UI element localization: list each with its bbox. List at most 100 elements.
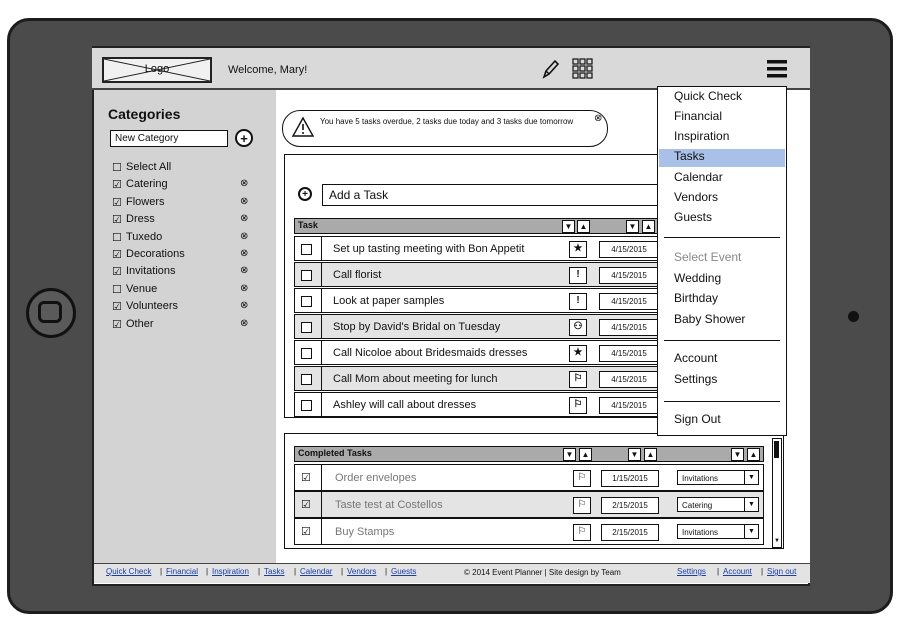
checked-box-icon[interactable]: ☑ <box>112 178 122 191</box>
completed-date-sort-down-icon[interactable]: ▼ <box>628 448 641 461</box>
menu-item-calendar[interactable]: Calendar <box>674 170 723 184</box>
category-item[interactable]: Venue ☐ ⊗ <box>112 283 262 300</box>
checked-box-icon[interactable]: ☑ <box>112 213 122 226</box>
completed-sort-down-icon[interactable]: ▼ <box>563 448 576 461</box>
unchecked-box-icon[interactable]: ☐ <box>112 283 122 296</box>
footer-link-sign-out[interactable]: Sign out <box>767 567 796 576</box>
task-priority-icon[interactable]: ⚐ <box>569 371 587 388</box>
task-date[interactable]: 4/15/2015 <box>599 397 659 414</box>
footer-link-tasks[interactable]: Tasks <box>264 567 284 576</box>
footer-link-account[interactable]: Account <box>723 567 752 576</box>
category-item[interactable]: Other ☑ ⊗ <box>112 318 262 335</box>
menu-event-baby-shower[interactable]: Baby Shower <box>674 312 745 326</box>
completed-row[interactable]: ☑ Taste test at Costellos ⚐ 2/15/2015 Cateri… <box>294 491 764 518</box>
menu-item-quick-check[interactable]: Quick Check <box>674 89 742 103</box>
remove-category-icon[interactable]: ⊗ <box>240 213 248 224</box>
completed-date[interactable]: 2/15/2015 <box>601 497 659 514</box>
task-checkbox[interactable] <box>301 374 312 385</box>
task-checkbox[interactable] <box>301 348 312 359</box>
pencil-icon[interactable] <box>540 58 560 80</box>
task-row[interactable]: Ashley will call about dresses ⚐ 4/15/2015 <box>294 392 662 417</box>
category-select[interactable]: Invitations ▼ <box>677 470 759 485</box>
task-priority-icon[interactable]: ⚐ <box>569 397 587 414</box>
menu-event-wedding[interactable]: Wedding <box>674 271 721 285</box>
category-item[interactable]: Tuxedo ☐ ⊗ <box>112 231 262 248</box>
remove-category-icon[interactable]: ⊗ <box>240 318 248 329</box>
completed-row[interactable]: ☑ Buy Stamps ⚐ 2/15/2015 Invitations ▼ <box>294 518 764 545</box>
checked-box-icon[interactable]: ☑ <box>112 248 122 261</box>
footer-link-inspiration[interactable]: Inspiration <box>212 567 249 576</box>
menu-item-vendors[interactable]: Vendors <box>674 190 718 204</box>
remove-category-icon[interactable]: ⊗ <box>240 231 248 242</box>
task-date[interactable]: 4/15/2015 <box>599 371 659 388</box>
add-category-button[interactable]: + <box>235 129 253 147</box>
add-task-plus-icon[interactable]: + <box>298 187 312 201</box>
task-priority-icon[interactable]: ! <box>569 293 587 310</box>
category-item[interactable]: Flowers ☑ ⊗ <box>112 196 262 213</box>
chevron-down-icon[interactable]: ▼ <box>744 525 758 538</box>
checked-box-icon[interactable]: ☑ <box>112 265 122 278</box>
category-item[interactable]: Dress ☑ ⊗ <box>112 213 262 230</box>
footer-link-financial[interactable]: Financial <box>166 567 198 576</box>
date-sort-down-icon[interactable]: ▼ <box>626 220 639 233</box>
category-item[interactable]: Catering ☑ ⊗ <box>112 178 262 195</box>
menu-event-birthday[interactable]: Birthday <box>674 291 718 305</box>
checked-box-icon[interactable]: ☑ <box>112 196 122 209</box>
category-item[interactable]: Invitations ☑ ⊗ <box>112 265 262 282</box>
remove-category-icon[interactable]: ⊗ <box>240 283 248 294</box>
completed-check-icon[interactable]: ☑ <box>301 525 311 538</box>
scrollbar-thumb[interactable] <box>774 441 779 458</box>
category-item[interactable]: Decorations ☑ ⊗ <box>112 248 262 265</box>
menu-item-settings[interactable]: Settings <box>674 372 717 386</box>
completed-sort-up-icon[interactable]: ▲ <box>579 448 592 461</box>
task-checkbox[interactable] <box>301 244 312 255</box>
flag-icon[interactable]: ⚐ <box>573 497 591 514</box>
category-select[interactable]: Catering ▼ <box>677 497 759 512</box>
remove-category-icon[interactable]: ⊗ <box>240 300 248 311</box>
category-select[interactable]: Invitations ▼ <box>677 524 759 539</box>
task-row[interactable]: Call Mom about meeting for lunch ⚐ 4/15/20… <box>294 366 662 391</box>
add-task-input[interactable]: Add a Task <box>322 184 662 206</box>
task-row[interactable]: Set up tasting meeting with Bon Appetit ★… <box>294 236 662 261</box>
menu-item-tasks[interactable]: Tasks <box>659 148 785 167</box>
checked-box-icon[interactable]: ☑ <box>112 300 122 313</box>
menu-item-account[interactable]: Account <box>674 351 717 365</box>
task-checkbox[interactable] <box>301 322 312 333</box>
category-item[interactable]: Select All ☐ <box>112 161 262 178</box>
hamburger-menu-icon[interactable] <box>766 58 788 80</box>
completed-row[interactable]: ☑ Order envelopes ⚐ 1/15/2015 Invitations ▼ <box>294 464 764 491</box>
completed-check-icon[interactable]: ☑ <box>301 498 311 511</box>
completed-date[interactable]: 1/15/2015 <box>601 470 659 487</box>
grid-icon[interactable] <box>572 58 594 80</box>
remove-category-icon[interactable]: ⊗ <box>240 265 248 276</box>
task-priority-icon[interactable]: ★ <box>569 345 587 362</box>
chevron-down-icon[interactable]: ▼ <box>744 498 758 511</box>
date-sort-up-icon[interactable]: ▲ <box>642 220 655 233</box>
chevron-down-icon[interactable]: ▼ <box>744 471 758 484</box>
remove-category-icon[interactable]: ⊗ <box>240 248 248 259</box>
sign-out-menu-item[interactable]: Sign Out <box>674 412 721 426</box>
task-checkbox[interactable] <box>301 296 312 307</box>
task-checkbox[interactable] <box>301 270 312 281</box>
task-date[interactable]: 4/15/2015 <box>599 293 659 310</box>
category-item[interactable]: Volunteers ☑ ⊗ <box>112 300 262 317</box>
footer-link-quick-check[interactable]: Quick Check <box>106 567 151 576</box>
footer-link-guests[interactable]: Guests <box>391 567 416 576</box>
menu-item-guests[interactable]: Guests <box>674 210 712 224</box>
task-date[interactable]: 4/15/2015 <box>599 267 659 284</box>
remove-category-icon[interactable]: ⊗ <box>240 196 248 207</box>
task-date[interactable]: 4/15/2015 <box>599 345 659 362</box>
task-checkbox[interactable] <box>301 400 312 411</box>
task-priority-icon[interactable]: ★ <box>569 241 587 258</box>
remove-category-icon[interactable]: ⊗ <box>240 178 248 189</box>
footer-link-calendar[interactable]: Calendar <box>300 567 332 576</box>
close-alert-icon[interactable]: ⊗ <box>594 113 602 124</box>
task-date[interactable]: 4/15/2015 <box>599 319 659 336</box>
task-priority-icon[interactable]: ! <box>569 267 587 284</box>
unchecked-box-icon[interactable]: ☐ <box>112 161 122 174</box>
unchecked-box-icon[interactable]: ☐ <box>112 231 122 244</box>
footer-link-vendors[interactable]: Vendors <box>347 567 376 576</box>
flag-icon[interactable]: ⚐ <box>573 470 591 487</box>
task-row[interactable]: Look at paper samples! 4/15/2015 <box>294 288 662 313</box>
completed-date[interactable]: 2/15/2015 <box>601 524 659 541</box>
